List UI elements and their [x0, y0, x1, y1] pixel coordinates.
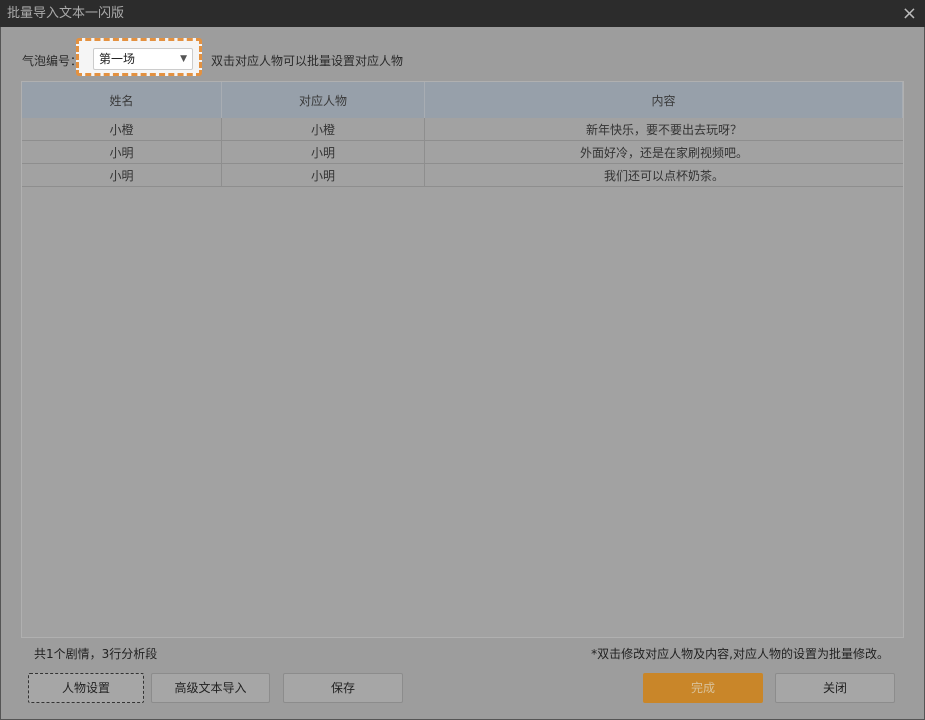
window-title: 批量导入文本一闪版	[7, 6, 125, 21]
cell-character[interactable]: 小明	[222, 164, 425, 186]
cell-content[interactable]: 外面好冷，还是在家刷视频吧。	[425, 141, 903, 163]
title-bar: 批量导入文本一闪版 ×	[0, 0, 925, 27]
table-row[interactable]: 小橙 小橙 新年快乐，要不要出去玩呀？	[22, 118, 903, 141]
save-button[interactable]: 保存	[283, 673, 403, 703]
summary-text: 共1个剧情，3行分析段	[34, 647, 158, 661]
header-character[interactable]: 对应人物	[222, 82, 425, 118]
cell-name: 小明	[22, 141, 222, 163]
header-content[interactable]: 内容	[425, 82, 903, 118]
hint-text: 双击对应人物可以批量设置对应人物	[211, 54, 404, 68]
advanced-import-button[interactable]: 高级文本导入	[151, 673, 270, 703]
character-settings-button[interactable]: 人物设置	[28, 673, 144, 703]
table-header: 姓名 对应人物 内容	[22, 82, 903, 118]
table-row[interactable]: 小明 小明 外面好冷，还是在家刷视频吧。	[22, 141, 903, 164]
cell-name: 小橙	[22, 118, 222, 140]
close-button[interactable]: 关闭	[775, 673, 895, 703]
done-button[interactable]: 完成	[643, 673, 763, 703]
cell-content[interactable]: 我们还可以点杯奶茶。	[425, 164, 903, 186]
header-name[interactable]: 姓名	[22, 82, 222, 118]
bubble-number-select[interactable]: 第一场 ▼	[93, 48, 193, 70]
bubble-number-label: 气泡编号：	[22, 54, 83, 68]
cell-character[interactable]: 小明	[222, 141, 425, 163]
cell-content[interactable]: 新年快乐，要不要出去玩呀？	[425, 118, 903, 140]
highlight-box: 第一场 ▼	[76, 38, 202, 76]
table-row[interactable]: 小明 小明 我们还可以点杯奶茶。	[22, 164, 903, 187]
cell-character[interactable]: 小橙	[222, 118, 425, 140]
note-text: *双击修改对应人物及内容,对应人物的设置为批量修改。	[591, 647, 889, 661]
chevron-down-icon: ▼	[180, 54, 187, 64]
cell-name: 小明	[22, 164, 222, 186]
select-value: 第一场	[99, 52, 136, 66]
script-table: 姓名 对应人物 内容 小橙 小橙 新年快乐，要不要出去玩呀？ 小明 小明 外面好…	[21, 81, 904, 638]
close-icon[interactable]: ×	[902, 0, 917, 27]
